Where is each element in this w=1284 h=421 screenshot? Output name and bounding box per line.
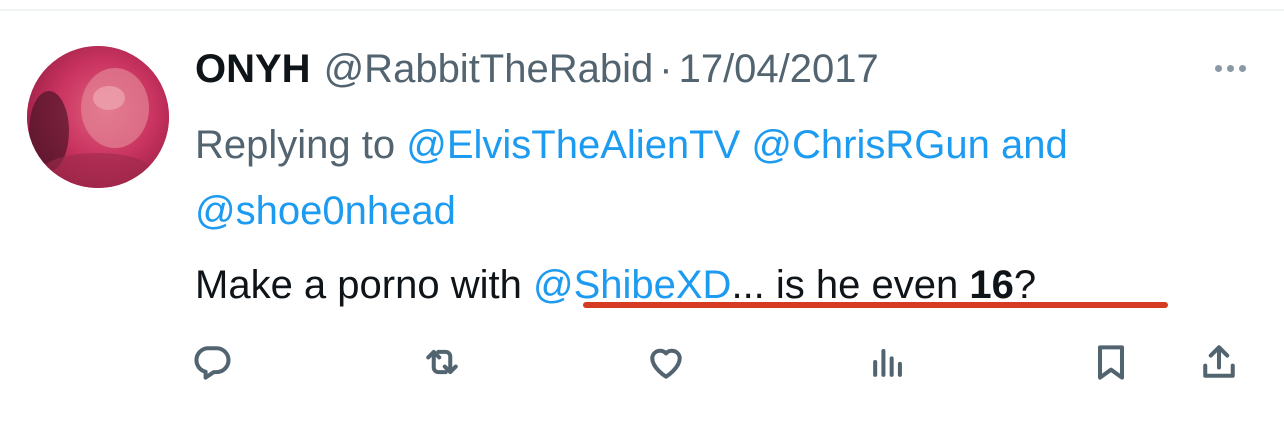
tweet-text-bold: 16 [969, 263, 1014, 307]
display-name[interactable]: ONYH [195, 47, 311, 92]
reply-mention-chris[interactable]: @ChrisRGun [751, 123, 989, 167]
tweet-header: ONYH @RabbitTheRabid · 17/04/2017 [195, 42, 879, 96]
views-button[interactable] [864, 336, 912, 388]
reply-mention-elvis[interactable]: @ElvisTheAlienTV [406, 123, 740, 167]
share-upload-icon [1203, 345, 1235, 378]
reply-button[interactable] [188, 336, 236, 388]
reply-and[interactable]: and [1001, 123, 1068, 167]
more-horizontal-icon [1214, 64, 1222, 72]
user-handle[interactable]: @RabbitTheRabid [324, 47, 654, 92]
top-divider [0, 9, 1284, 11]
bookmark-button[interactable] [1087, 336, 1135, 388]
retweet-button[interactable] [418, 336, 466, 388]
tweet-date[interactable]: 17/04/2017 [679, 47, 879, 92]
tweet-text-part1: Make a porno with [195, 263, 522, 307]
annotation-underline [583, 302, 1168, 308]
reply-bubble-icon [194, 346, 231, 380]
analytics-bars-icon [873, 348, 902, 377]
replying-prefix: Replying to [195, 123, 396, 167]
more-dot [1226, 64, 1234, 72]
more-dot [1238, 64, 1246, 72]
separator-dot: · [659, 46, 673, 91]
more-options-button[interactable] [1206, 52, 1254, 84]
avatar-image [27, 46, 169, 188]
heart-icon [650, 348, 682, 379]
tweet-mention-shibe[interactable]: @ShibeXD [533, 263, 731, 307]
tweet-text-part2: ... is he even [731, 263, 959, 307]
reply-mention-shoe[interactable]: @shoe0nhead [195, 189, 456, 233]
share-button[interactable] [1195, 336, 1243, 388]
retweet-icon [426, 349, 458, 375]
replying-to: Replying to @ElvisTheAlienTV @ChrisRGun … [195, 112, 1245, 244]
like-button[interactable] [642, 336, 690, 388]
bookmark-icon [1097, 345, 1125, 380]
tweet-text-part3: ? [1013, 263, 1037, 307]
avatar[interactable] [27, 46, 169, 188]
